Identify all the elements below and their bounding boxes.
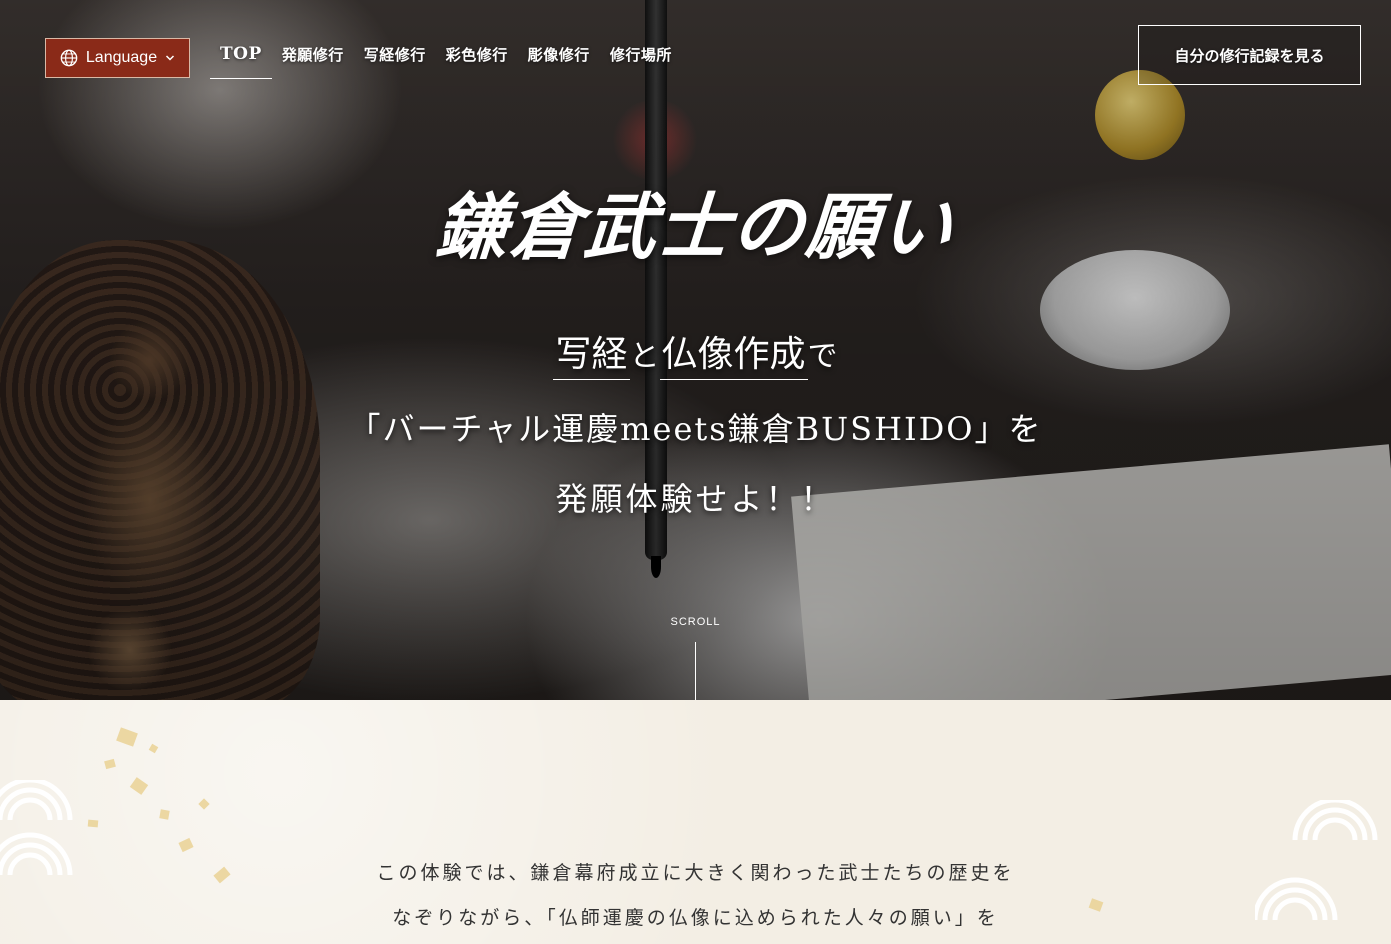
catch-particle-1: と (629, 339, 660, 374)
gold-leaf-fleck (116, 727, 138, 747)
nav-saishiki[interactable]: 彩色修行 (436, 36, 518, 79)
nav-shakyo[interactable]: 写経修行 (354, 36, 436, 79)
catch-word-butsuzo: 仏像作成 (659, 334, 808, 380)
hero-section: Language TOP 発願修行 写経修行 彩色修行 彫像修行 修行場所 自分… (0, 0, 1391, 700)
gold-leaf-fleck (104, 758, 116, 770)
intro-text-line-2: なぞりながら、「仏師運慶の仏像に込められた人々の願い」を (392, 907, 999, 929)
language-button[interactable]: Language (45, 38, 190, 78)
nav-top[interactable]: TOP (210, 36, 272, 79)
site-logo: 鎌倉武士の願い (433, 184, 958, 269)
catch-line-2: 「バーチャル運慶meets鎌倉BUSHIDO」を (348, 410, 1043, 448)
nav-location[interactable]: 修行場所 (600, 36, 682, 79)
chevron-down-icon (165, 53, 175, 63)
catch-line-3: 発願体験せよ！！ (555, 480, 836, 518)
wave-pattern-left (0, 780, 73, 876)
view-record-button[interactable]: 自分の修行記録を見る (1138, 25, 1361, 85)
gold-leaf-fleck (148, 743, 159, 754)
scroll-indicator-line (695, 642, 696, 700)
gold-leaf-fleck (129, 777, 149, 795)
gold-leaf-fleck (159, 809, 170, 820)
globe-icon (60, 49, 78, 67)
catch-line-1: 写経と仏像作成で (0, 325, 1391, 380)
nav-chozo[interactable]: 彫像修行 (518, 36, 600, 79)
gold-leaf-fleck (198, 798, 210, 810)
main-nav: TOP 発願修行 写経修行 彩色修行 彫像修行 修行場所 (210, 36, 682, 79)
intro-section: この体験では、鎌倉幕府成立に大きく関わった武士たちの歴史を なぞりながら、「仏師… (0, 700, 1391, 944)
gold-leaf-fleck (87, 819, 99, 828)
catch-word-shakyo: 写経 (553, 334, 630, 380)
gold-leaf-fleck (178, 837, 194, 853)
nav-hotsugan[interactable]: 発願修行 (272, 36, 354, 79)
language-label: Language (85, 49, 158, 66)
catch-particle-2: で (807, 339, 838, 374)
intro-text-line-1: この体験では、鎌倉幕府成立に大きく関わった武士たちの歴史を (376, 862, 1015, 884)
scroll-indicator-label[interactable]: SCROLL (0, 616, 1391, 628)
